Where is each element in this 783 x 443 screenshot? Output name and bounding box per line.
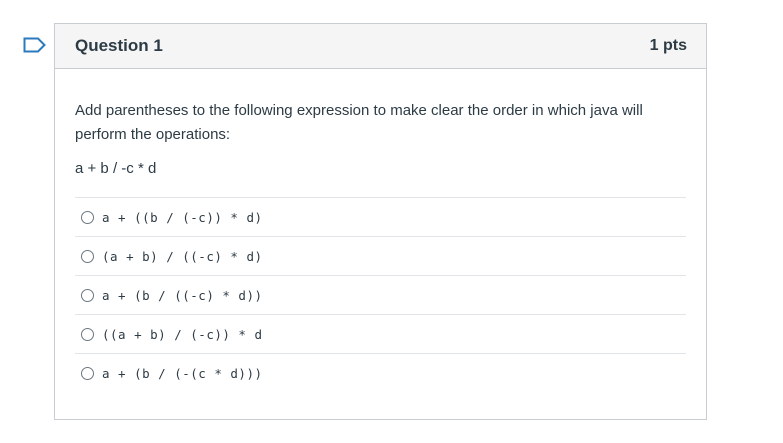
answer-label: a + (b / (-(c * d))) (102, 365, 263, 381)
answer-option[interactable]: a + ((b / (-c)) * d) (75, 198, 686, 237)
question-body: Add parentheses to the following express… (55, 99, 706, 392)
question-header: Question 1 1 pts (55, 24, 706, 69)
answer-option[interactable]: (a + b) / ((-c) * d) (75, 237, 686, 276)
radio-button[interactable] (81, 288, 94, 302)
answer-label: ((a + b) / (-c)) * d (102, 326, 263, 342)
radio-button[interactable] (81, 327, 94, 341)
answer-label: a + (b / ((-c) * d)) (102, 287, 263, 303)
question-points: 1 pts (649, 37, 687, 54)
radio-button[interactable] (81, 249, 94, 263)
radio-button[interactable] (81, 210, 94, 224)
flag-question-icon[interactable] (23, 37, 47, 53)
radio-button[interactable] (81, 366, 94, 380)
question-card: Question 1 1 pts Add parentheses to the … (54, 23, 707, 420)
answer-option[interactable]: a + (b / (-(c * d))) (75, 354, 686, 392)
answer-list: a + ((b / (-c)) * d) (a + b) / ((-c) * d… (75, 197, 686, 392)
answer-option[interactable]: ((a + b) / (-c)) * d (75, 315, 686, 354)
answer-label: (a + b) / ((-c) * d) (102, 248, 263, 264)
answer-option[interactable]: a + (b / ((-c) * d)) (75, 276, 686, 315)
question-title: Question 1 (75, 36, 163, 55)
answer-label: a + ((b / (-c)) * d) (102, 209, 263, 225)
question-text: Add parentheses to the following express… (75, 102, 643, 143)
question-expression: a + b / -c * d (75, 160, 157, 177)
